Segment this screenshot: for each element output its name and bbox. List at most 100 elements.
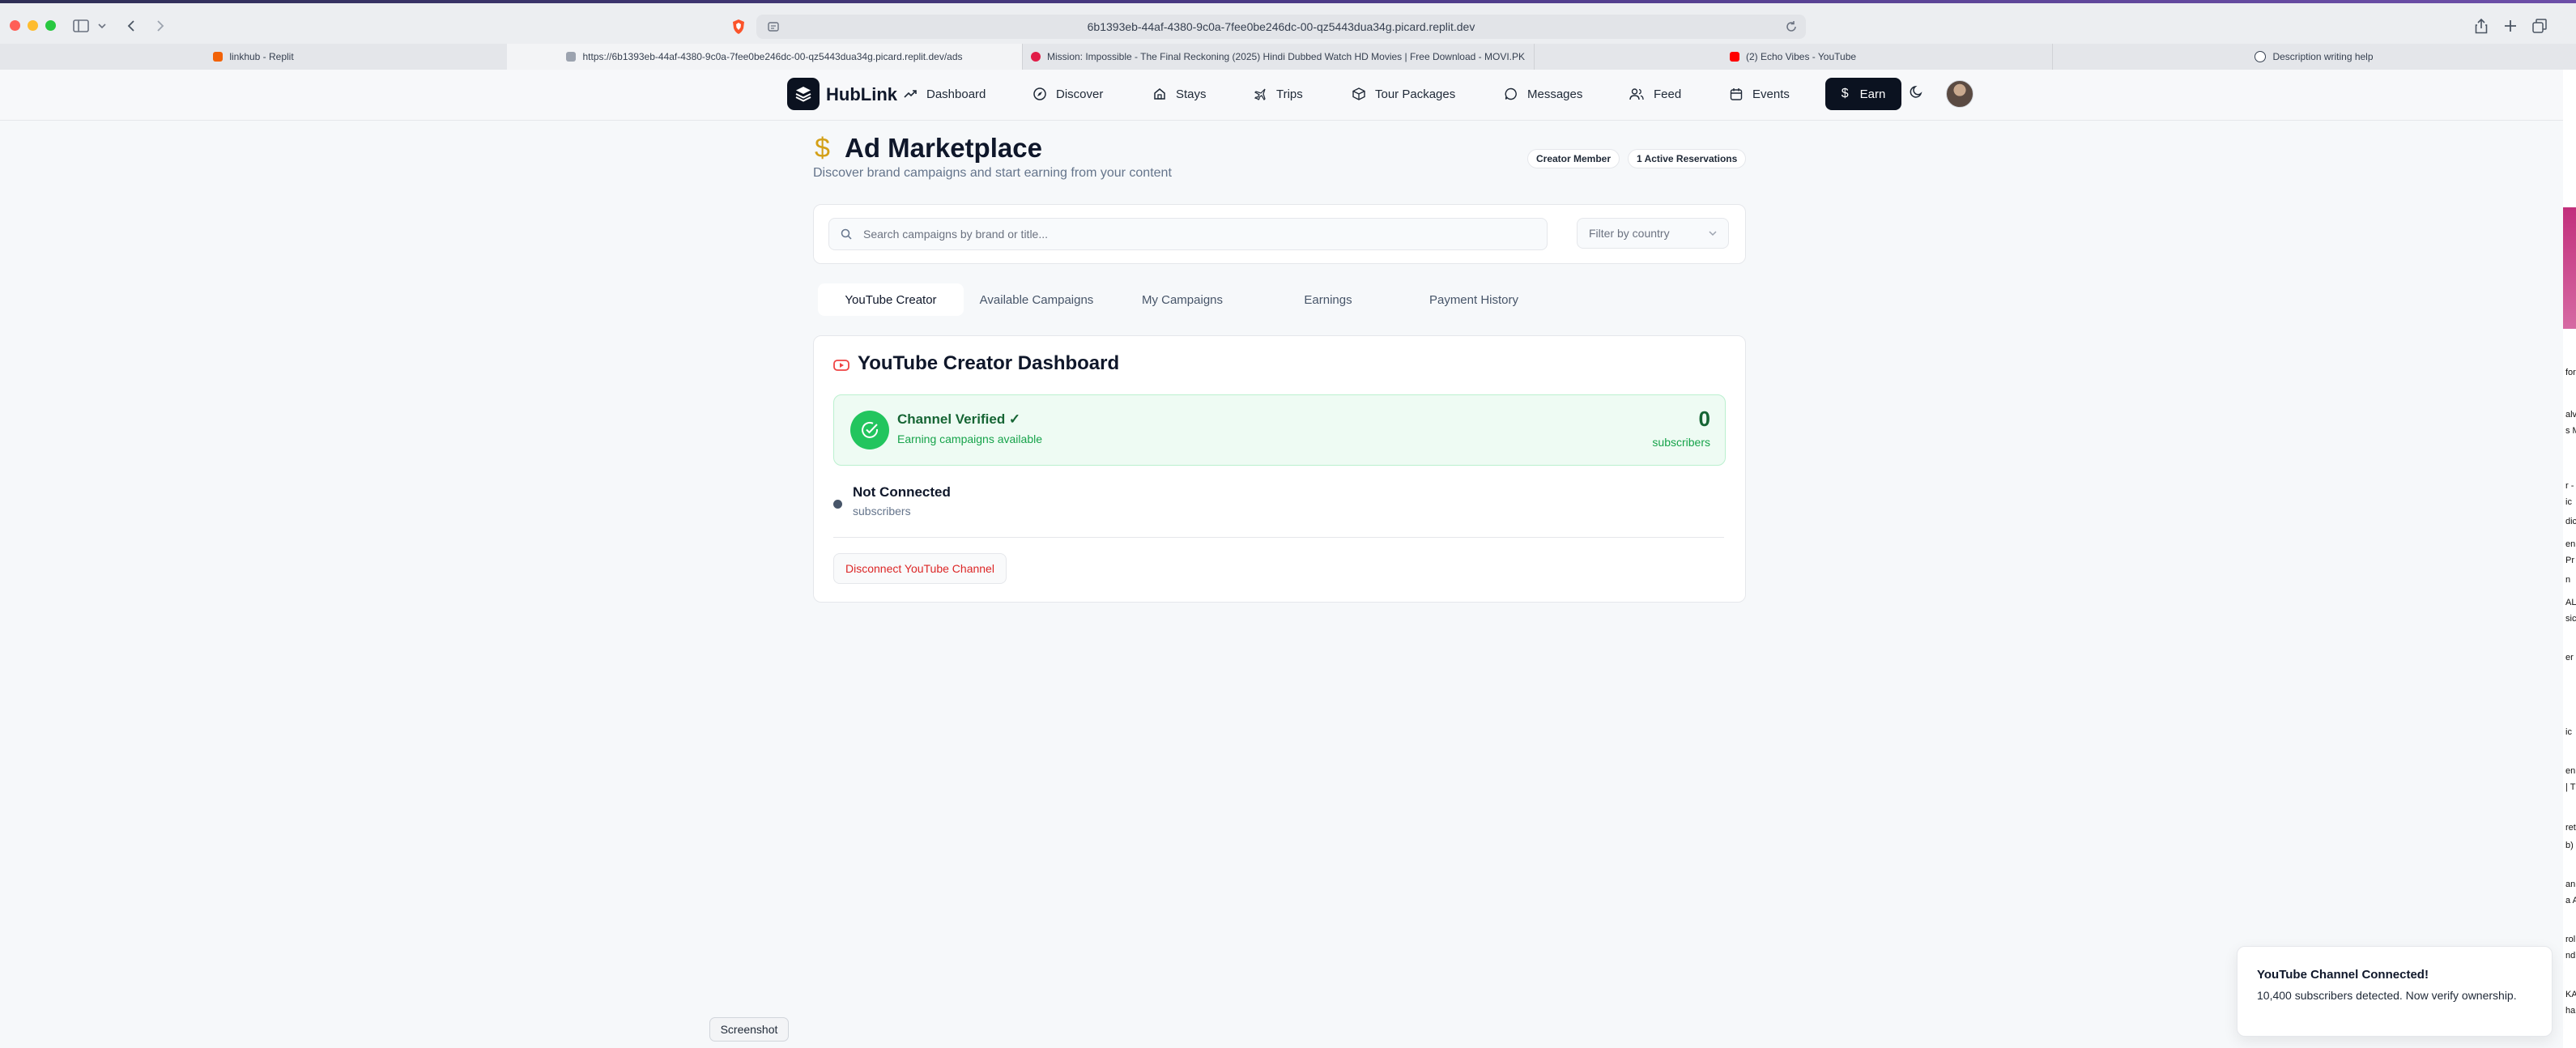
tab-available-campaigns[interactable]: Available Campaigns bbox=[964, 283, 1109, 316]
tab-overview-icon[interactable] bbox=[2530, 15, 2549, 37]
close-window-button[interactable] bbox=[10, 20, 20, 31]
adjacent-text: for bbox=[2565, 368, 2576, 377]
subscriber-count: 0 bbox=[1698, 407, 1710, 431]
reload-icon[interactable] bbox=[1785, 20, 1798, 36]
nav-events[interactable]: Events bbox=[1730, 84, 1790, 104]
adjacent-text: sic bbox=[2565, 614, 2576, 624]
tab-payment-history[interactable]: Payment History bbox=[1401, 283, 1547, 316]
adjacent-text: nd bbox=[2565, 951, 2576, 961]
verified-subtitle: Earning campaigns available bbox=[897, 432, 1042, 445]
tab-youtube-creator[interactable]: YouTube Creator bbox=[818, 283, 964, 316]
nav-stays[interactable]: Stays bbox=[1153, 84, 1207, 104]
trending-up-icon bbox=[904, 90, 917, 98]
tab-my-campaigns[interactable]: My Campaigns bbox=[1109, 283, 1255, 316]
message-circle-icon bbox=[1505, 87, 1517, 100]
browser-tab-youtube[interactable]: (2) Echo Vibes - YouTube bbox=[1534, 44, 2053, 70]
home-icon bbox=[1154, 88, 1165, 100]
nav-trips[interactable]: Trips bbox=[1254, 84, 1303, 104]
screenshot-button[interactable]: Screenshot bbox=[709, 1017, 789, 1042]
browser-tab-label: https://6b1393eb-44af-4380-9c0a-7fee0be2… bbox=[582, 51, 963, 62]
browser-tab-ads[interactable]: https://6b1393eb-44af-4380-9c0a-7fee0be2… bbox=[507, 44, 1023, 70]
nav-label: Discover bbox=[1056, 87, 1104, 101]
connection-subtitle: subscribers bbox=[853, 505, 911, 518]
new-tab-icon[interactable] bbox=[2501, 15, 2520, 37]
creator-member-badge: Creator Member bbox=[1527, 149, 1620, 168]
check-circle-icon bbox=[850, 411, 889, 449]
adjacent-text: | T bbox=[2565, 782, 2576, 792]
share-icon[interactable] bbox=[2472, 15, 2491, 37]
marketplace-tabs: YouTube Creator Available Campaigns My C… bbox=[813, 283, 1744, 316]
nav-label: Events bbox=[1752, 87, 1790, 101]
browser-tab-label: (2) Echo Vibes - YouTube bbox=[1745, 51, 1857, 62]
replit-icon bbox=[213, 52, 224, 62]
page-title: Ad Marketplace bbox=[845, 133, 1042, 163]
tab-earnings[interactable]: Earnings bbox=[1255, 283, 1401, 316]
adjacent-text: r - bbox=[2565, 481, 2574, 491]
active-reservations-badge: 1 Active Reservations bbox=[1628, 149, 1747, 168]
earn-button[interactable]: $ Earn bbox=[1825, 78, 1901, 110]
minimize-window-button[interactable] bbox=[28, 20, 38, 31]
youtube-icon bbox=[833, 359, 849, 376]
search-field[interactable] bbox=[828, 218, 1548, 250]
channel-verified-panel: Channel Verified ✓ Earning campaigns ava… bbox=[833, 394, 1726, 466]
youtube-icon bbox=[1729, 52, 1739, 62]
status-dot bbox=[833, 500, 842, 509]
adjacent-text: en bbox=[2565, 766, 2576, 776]
nav-label: Dashboard bbox=[926, 87, 986, 101]
nav-messages[interactable]: Messages bbox=[1505, 84, 1582, 104]
plane-icon bbox=[1254, 88, 1266, 100]
page-subtitle: Discover brand campaigns and start earni… bbox=[813, 166, 1172, 180]
nav-tour-packages[interactable]: Tour Packages bbox=[1352, 84, 1455, 104]
zoom-window-button[interactable] bbox=[45, 20, 56, 31]
tab-settings-icon[interactable] bbox=[768, 21, 779, 35]
country-filter-select[interactable]: Filter by country bbox=[1577, 218, 1729, 249]
disconnect-youtube-button[interactable]: Disconnect YouTube Channel bbox=[833, 553, 1007, 584]
user-avatar[interactable] bbox=[1946, 80, 1974, 108]
browser-tab-label: Mission: Impossible - The Final Reckonin… bbox=[1046, 51, 1525, 62]
adjacent-text: b) bbox=[2565, 841, 2574, 850]
nav-feed[interactable]: Feed bbox=[1629, 84, 1681, 104]
browser-tab-replit[interactable]: linkhub - Replit bbox=[0, 44, 508, 70]
sidebar-toggle-icon[interactable] bbox=[71, 15, 91, 37]
adjacent-text: KA bbox=[2565, 990, 2576, 999]
brand-name[interactable]: HubLink bbox=[826, 84, 897, 105]
browser-tab-chatgpt[interactable]: Description writing help bbox=[2052, 44, 2576, 70]
adjacent-text: a A bbox=[2565, 896, 2576, 905]
hublink-logo-icon[interactable] bbox=[787, 78, 820, 110]
brave-shield-icon[interactable] bbox=[730, 19, 747, 37]
nav-label: Messages bbox=[1527, 87, 1583, 101]
dashboard-title: YouTube Creator Dashboard bbox=[858, 352, 1120, 374]
adjacent-text: alv bbox=[2565, 410, 2576, 420]
nav-discover[interactable]: Discover bbox=[1033, 84, 1103, 104]
nav-label: Trips bbox=[1276, 87, 1303, 101]
divider bbox=[833, 537, 1724, 538]
browser-tab-label: linkhub - Replit bbox=[229, 51, 294, 62]
earn-label: Earn bbox=[1859, 87, 1886, 101]
search-input[interactable] bbox=[862, 227, 1529, 241]
adjacent-window-banner bbox=[2563, 207, 2576, 329]
nav-dashboard[interactable]: Dashboard bbox=[904, 84, 986, 104]
dollar-sign-icon: $ bbox=[1841, 87, 1849, 100]
adjacent-text: an bbox=[2565, 880, 2576, 889]
toast-notification[interactable]: YouTube Channel Connected! 10,400 subscr… bbox=[2237, 946, 2553, 1037]
nav-label: Tour Packages bbox=[1375, 87, 1456, 101]
nav-label: Feed bbox=[1654, 87, 1682, 101]
toast-title: YouTube Channel Connected! bbox=[2257, 968, 2429, 982]
chevron-down-icon[interactable] bbox=[96, 15, 109, 37]
users-icon bbox=[1629, 88, 1644, 100]
browser-tab-movie[interactable]: Mission: Impossible - The Final Reckonin… bbox=[1022, 44, 1535, 70]
adjacent-text: s M bbox=[2565, 426, 2576, 436]
back-arrow-icon[interactable] bbox=[121, 15, 141, 37]
search-icon bbox=[841, 228, 852, 240]
dollar-icon: $ bbox=[815, 133, 830, 164]
adjacent-text: ic bbox=[2565, 727, 2572, 737]
adjacent-text: er ( bbox=[2565, 653, 2576, 662]
youtube-dashboard-card: YouTube Creator Dashboard Channel Verifi… bbox=[813, 335, 1746, 603]
adjacent-text: rol bbox=[2565, 935, 2576, 944]
moon-icon[interactable] bbox=[1910, 84, 1924, 103]
forward-arrow-icon[interactable] bbox=[151, 15, 170, 37]
adjacent-window-edge: for alv s M r - ic dic en Pr n AL sic er… bbox=[2563, 70, 2576, 1048]
adjacent-text: n bbox=[2565, 575, 2571, 585]
adjacent-text: dic bbox=[2565, 517, 2576, 526]
address-bar[interactable]: 6b1393eb-44af-4380-9c0a-7fee0be246dc-00-… bbox=[733, 15, 1806, 39]
